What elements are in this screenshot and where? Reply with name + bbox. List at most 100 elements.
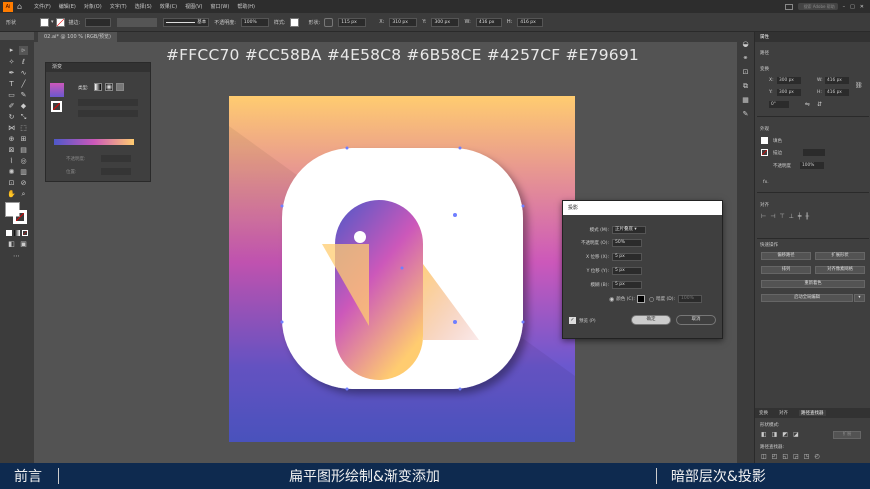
curvature-tool-icon[interactable]: ∿ bbox=[19, 69, 28, 78]
workspace-icon[interactable] bbox=[784, 3, 793, 10]
fill-swatch[interactable] bbox=[40, 17, 50, 27]
graphic-style-swatch[interactable] bbox=[289, 17, 299, 27]
opacity-input[interactable]: 100% bbox=[800, 162, 824, 169]
properties-tab[interactable]: 属性 bbox=[760, 34, 769, 40]
offset-path-button[interactable]: 偏移路径 bbox=[761, 252, 811, 260]
stroke-weight-input[interactable] bbox=[803, 149, 825, 156]
lasso-tool-icon[interactable]: ℓ bbox=[19, 58, 28, 67]
stroke-weight-input[interactable] bbox=[85, 17, 112, 27]
help-search-input[interactable]: 搜索 Adobe 帮助 bbox=[797, 3, 838, 10]
opacity-input[interactable]: 100% bbox=[240, 17, 269, 27]
slice-tool-icon[interactable]: ⊘ bbox=[19, 179, 28, 188]
width-tool-icon[interactable]: ⋈ bbox=[7, 124, 16, 133]
menu-view[interactable]: 视图(V) bbox=[185, 3, 202, 10]
chapter-left[interactable]: 前言 bbox=[14, 466, 42, 486]
opacity-input[interactable]: 50% bbox=[612, 239, 642, 247]
gradient-angle-input[interactable] bbox=[78, 110, 138, 117]
mesh-tool-icon[interactable]: ⊠ bbox=[7, 146, 16, 155]
align-to-pixel-grid-button[interactable]: 对齐像素网格 bbox=[815, 266, 865, 274]
gradient-mode-icon[interactable] bbox=[14, 230, 20, 236]
corner-radius-input[interactable]: 115 px bbox=[338, 17, 367, 27]
h-input[interactable]: 416 px bbox=[517, 17, 544, 27]
y-offset-input[interactable]: 5 px bbox=[612, 267, 642, 275]
variable-width-profile[interactable] bbox=[117, 17, 158, 27]
maximize-icon[interactable]: □ bbox=[850, 4, 855, 10]
global-edit-dropdown[interactable]: ▾ bbox=[854, 294, 865, 302]
flip-vertical-icon[interactable]: ⇵ bbox=[817, 101, 822, 108]
perspective-tool-icon[interactable]: ⊞ bbox=[19, 135, 28, 144]
gradient-stroke-options[interactable] bbox=[78, 99, 138, 106]
magic-wand-tool-icon[interactable]: ✧ bbox=[7, 58, 16, 67]
shadow-color-swatch[interactable] bbox=[636, 295, 645, 303]
menu-select[interactable]: 选择(S) bbox=[135, 3, 152, 10]
gradient-preview-swatch[interactable] bbox=[50, 83, 64, 97]
menu-type[interactable]: 文字(T) bbox=[110, 3, 127, 10]
align-tab[interactable]: 对齐 bbox=[779, 410, 788, 416]
radial-gradient-button[interactable] bbox=[105, 83, 113, 91]
line-tool-icon[interactable]: ╱ bbox=[19, 80, 28, 89]
paintbrush-tool-icon[interactable]: ✎ bbox=[19, 91, 28, 100]
flip-horizontal-icon[interactable]: ⇋ bbox=[805, 101, 810, 108]
blur-input[interactable]: 5 px bbox=[612, 281, 642, 289]
mode-select[interactable]: 正片叠底 ▾ bbox=[612, 226, 646, 234]
menu-effect[interactable]: 效果(C) bbox=[160, 3, 177, 10]
shape-icon[interactable] bbox=[324, 17, 334, 27]
color-radio[interactable]: ◉ bbox=[609, 296, 614, 303]
minimize-icon[interactable]: – bbox=[843, 4, 846, 10]
link-icon[interactable]: ⛓ bbox=[855, 82, 863, 89]
preview-checkbox[interactable]: ✓ bbox=[569, 317, 576, 324]
gradient-tool-icon[interactable]: ▤ bbox=[19, 146, 28, 155]
align-icons-row[interactable]: ⊢⊣⊤⊥╪╫ bbox=[761, 213, 861, 221]
stroke-swatch[interactable] bbox=[55, 17, 65, 27]
y-input[interactable]: 300 px bbox=[777, 89, 801, 96]
color-mode-icon[interactable] bbox=[6, 230, 12, 236]
home-icon[interactable]: ⌂ bbox=[17, 2, 26, 11]
expand-shape-button[interactable]: 扩展形状 bbox=[815, 252, 865, 260]
swatches-icon[interactable]: ▦ bbox=[741, 96, 750, 105]
selection-tool-icon[interactable]: ▸ bbox=[7, 46, 16, 55]
brushes-icon[interactable]: ✎ bbox=[741, 110, 750, 119]
document-tab[interactable]: 02.ai* @ 100 % (RGB/预览) bbox=[38, 32, 117, 42]
rotate-tool-icon[interactable]: ↻ bbox=[7, 113, 16, 122]
stroke-swatch[interactable] bbox=[761, 149, 768, 156]
chevron-down-icon[interactable]: ▾ bbox=[51, 19, 54, 25]
artboard[interactable] bbox=[229, 96, 575, 442]
x-input[interactable]: 300 px bbox=[777, 77, 801, 84]
scale-tool-icon[interactable]: ⤡ bbox=[19, 113, 28, 122]
pen-tool-icon[interactable]: ✒ bbox=[7, 69, 16, 78]
gradient-stroke-icon[interactable] bbox=[51, 101, 62, 112]
chapter-current[interactable]: 扁平图形绘制&渐变添加 bbox=[289, 466, 440, 486]
recolor-button[interactable]: 重新着色 bbox=[761, 280, 865, 288]
chapter-right[interactable]: 暗部层次&投影 bbox=[671, 466, 766, 486]
darkness-radio[interactable]: ○ bbox=[649, 296, 654, 303]
artboard-tool-icon[interactable]: ⊡ bbox=[7, 179, 16, 188]
stroke-color-icon[interactable] bbox=[13, 210, 27, 224]
w-input[interactable]: 416 px bbox=[475, 17, 502, 27]
menu-window[interactable]: 窗口(W) bbox=[210, 3, 229, 10]
type-tool-icon[interactable]: T bbox=[7, 80, 16, 89]
graph-tool-icon[interactable]: ▥ bbox=[19, 168, 28, 177]
h-input[interactable]: 416 px bbox=[825, 89, 849, 96]
libraries-icon[interactable]: ◒ bbox=[741, 40, 750, 49]
gradient-location-input[interactable] bbox=[101, 168, 131, 175]
global-edit-button[interactable]: 启动全局编辑 bbox=[761, 294, 853, 302]
menu-help[interactable]: 帮助(H) bbox=[237, 3, 255, 10]
y-input[interactable]: 300 px bbox=[431, 17, 460, 27]
x-offset-input[interactable]: 5 px bbox=[612, 253, 642, 261]
draw-mode-icon[interactable]: ◧ bbox=[7, 240, 16, 249]
gradient-opacity-input[interactable] bbox=[101, 155, 131, 162]
brush-definition-select[interactable]: 基本 bbox=[163, 17, 210, 27]
shape-builder-tool-icon[interactable]: ⊕ bbox=[7, 135, 16, 144]
direct-selection-tool-icon[interactable]: ▹ bbox=[19, 46, 28, 55]
freeform-gradient-button[interactable] bbox=[116, 83, 124, 91]
pathfinder-icons[interactable]: ◫◰◱◲◳◴ bbox=[761, 453, 851, 461]
close-icon[interactable]: ✕ bbox=[860, 4, 864, 10]
artboards-icon[interactable]: ⊡ bbox=[741, 68, 750, 77]
arrange-button[interactable]: 排列 bbox=[761, 266, 811, 274]
symbol-sprayer-tool-icon[interactable]: ✺ bbox=[7, 168, 16, 177]
eraser-tool-icon[interactable]: ◆ bbox=[19, 102, 28, 111]
x-input[interactable]: 310 px bbox=[389, 17, 418, 27]
hand-tool-icon[interactable]: ✋ bbox=[7, 190, 16, 199]
eyedropper-tool-icon[interactable]: ⌇ bbox=[7, 157, 16, 166]
angle-input[interactable]: 0° bbox=[769, 101, 789, 108]
